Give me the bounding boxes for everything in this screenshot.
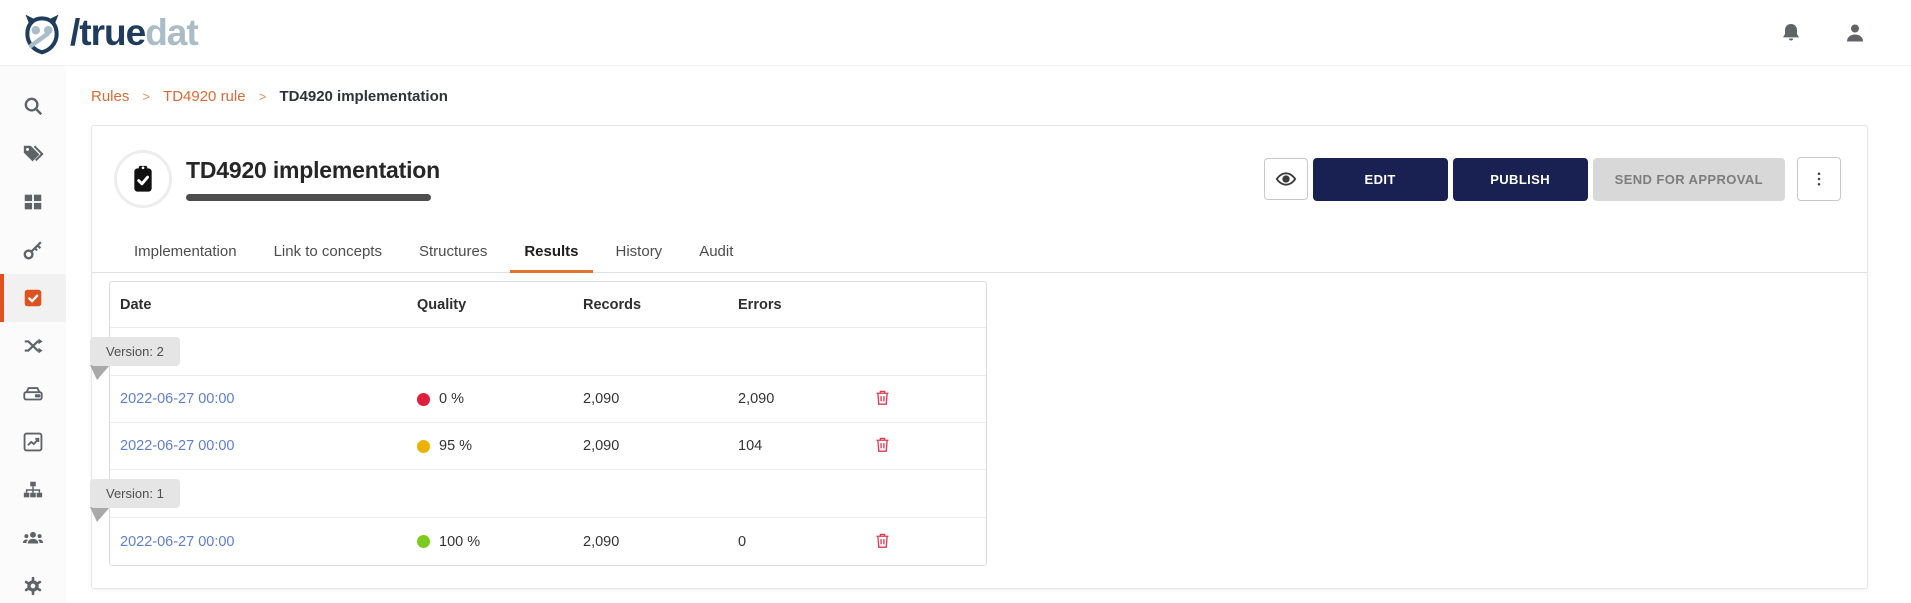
- tab-results[interactable]: Results: [510, 230, 593, 273]
- tags-icon: [23, 145, 44, 162]
- trash-icon: [876, 533, 889, 548]
- tab-structures[interactable]: Structures: [405, 230, 501, 273]
- delete-result-button[interactable]: [872, 529, 893, 555]
- trash-icon: [876, 437, 889, 452]
- quality-value: 95 %: [439, 438, 473, 454]
- eye-icon: [1275, 172, 1296, 186]
- preview-button[interactable]: [1263, 158, 1308, 200]
- errors-value: 104: [738, 438, 763, 454]
- errors-value: 2,090: [738, 391, 775, 407]
- tab-link-to-concepts[interactable]: Link to concepts: [260, 230, 396, 273]
- grid-icon: [24, 194, 42, 210]
- implementation-card: TD4920 implementation EDIT PUBLISH SEND …: [90, 125, 1868, 589]
- sidebar-item-relations[interactable]: [0, 322, 66, 370]
- version-group-row: Version: 2: [90, 328, 986, 380]
- entity-avatar: [114, 150, 172, 208]
- sitemap-icon: [23, 481, 43, 498]
- sidebar-item-dashboards[interactable]: [0, 178, 66, 226]
- key-icon: [23, 241, 42, 260]
- kebab-menu-icon: [1817, 172, 1821, 186]
- version-badge: Version: 2: [90, 337, 180, 366]
- page-title: TD4920 implementation: [186, 157, 440, 183]
- breadcrumb-link-rules[interactable]: Rules: [91, 88, 129, 105]
- breadcrumb: Rules > TD4920 rule > TD4920 implementat…: [91, 88, 1868, 105]
- results-table-header: Date Quality Records Errors: [110, 282, 986, 328]
- sidebar-item-analytics[interactable]: [0, 418, 66, 466]
- result-row: 2022-06-27 00:00 0 % 2,090 2,090: [110, 376, 986, 423]
- column-header-errors: Errors: [738, 296, 782, 313]
- records-value: 2,090: [583, 533, 620, 550]
- quality-status-dot: [417, 392, 430, 406]
- sidebar-item-tags[interactable]: [0, 130, 66, 178]
- records-value: 2,090: [583, 438, 620, 454]
- logo-wordmark: /truedat: [70, 11, 199, 53]
- quality-progress-bar: [186, 194, 431, 201]
- clipboard-check-icon: [134, 165, 152, 192]
- quality-value: 100 %: [439, 533, 481, 550]
- more-options-button[interactable]: [1797, 157, 1841, 201]
- quality-value: 0 %: [439, 391, 464, 407]
- notifications-bell-icon[interactable]: [1779, 21, 1803, 45]
- tab-history[interactable]: History: [602, 230, 677, 273]
- send-for-approval-button[interactable]: SEND FOR APPROVAL: [1592, 157, 1785, 201]
- publish-button[interactable]: PUBLISH: [1452, 157, 1588, 201]
- breadcrumb-separator: >: [142, 89, 151, 104]
- truedat-logo[interactable]: /truedat: [20, 11, 199, 55]
- result-row: 2022-06-27 00:00 95 % 2,090 104: [110, 423, 986, 470]
- tab-audit[interactable]: Audit: [685, 230, 747, 273]
- tab-implementation[interactable]: Implementation: [120, 230, 251, 273]
- action-buttons: EDIT PUBLISH SEND FOR APPROVAL: [1263, 157, 1841, 201]
- storage-drive-icon: [23, 387, 43, 401]
- result-date-link[interactable]: 2022-06-27 00:00: [120, 534, 235, 550]
- owl-logo-icon: [25, 14, 59, 54]
- version-badge-fold: [90, 365, 110, 380]
- errors-value: 0: [738, 533, 747, 550]
- breadcrumb-link-rule[interactable]: TD4920 rule: [163, 88, 246, 105]
- result-date-link[interactable]: 2022-06-27 00:00: [120, 391, 235, 407]
- breadcrumb-current: TD4920 implementation: [279, 88, 448, 105]
- topbar: /truedat: [0, 0, 1911, 66]
- sidebar-item-search[interactable]: [0, 82, 66, 130]
- chart-line-icon: [23, 432, 43, 452]
- sidebar-item-rules[interactable]: [0, 274, 66, 322]
- quality-status-dot: [417, 439, 430, 453]
- column-header-records: Records: [583, 296, 642, 313]
- sidebar-item-settings[interactable]: [0, 562, 66, 603]
- search-icon: [24, 97, 43, 116]
- edit-button[interactable]: EDIT: [1312, 157, 1448, 201]
- column-header-date: Date: [120, 296, 152, 313]
- result-row: 2022-06-27 00:00 100 % 2,090 0: [110, 518, 986, 565]
- users-icon: [22, 531, 44, 544]
- delete-result-button[interactable]: [872, 386, 893, 412]
- version-badge: Version: 1: [90, 479, 180, 508]
- sidebar-item-data-sources[interactable]: [0, 370, 66, 418]
- quality-status-dot: [417, 535, 430, 548]
- records-value: 2,090: [583, 391, 620, 407]
- user-profile-icon[interactable]: [1843, 21, 1867, 45]
- results-table: Date Quality Records Errors Version: 2 2…: [90, 281, 987, 566]
- version-badge-fold: [90, 507, 110, 522]
- check-square-icon: [24, 289, 42, 307]
- breadcrumb-separator: >: [258, 89, 267, 104]
- delete-result-button[interactable]: [872, 433, 893, 459]
- sidebar-item-permissions[interactable]: [0, 226, 66, 274]
- result-date-link[interactable]: 2022-06-27 00:00: [120, 438, 235, 454]
- gear-icon: [24, 576, 42, 596]
- column-header-quality: Quality: [417, 296, 467, 313]
- tab-bar: Implementation Link to concepts Structur…: [92, 230, 1867, 273]
- main-content: Rules > TD4920 rule > TD4920 implementat…: [66, 66, 1911, 603]
- version-group-row: Version: 1: [90, 470, 986, 522]
- trash-icon: [876, 390, 889, 405]
- sidebar-item-lineage[interactable]: [0, 466, 66, 514]
- sidebar-item-user-groups[interactable]: [0, 514, 66, 562]
- sidebar: [0, 66, 66, 603]
- shuffle-icon: [24, 338, 43, 354]
